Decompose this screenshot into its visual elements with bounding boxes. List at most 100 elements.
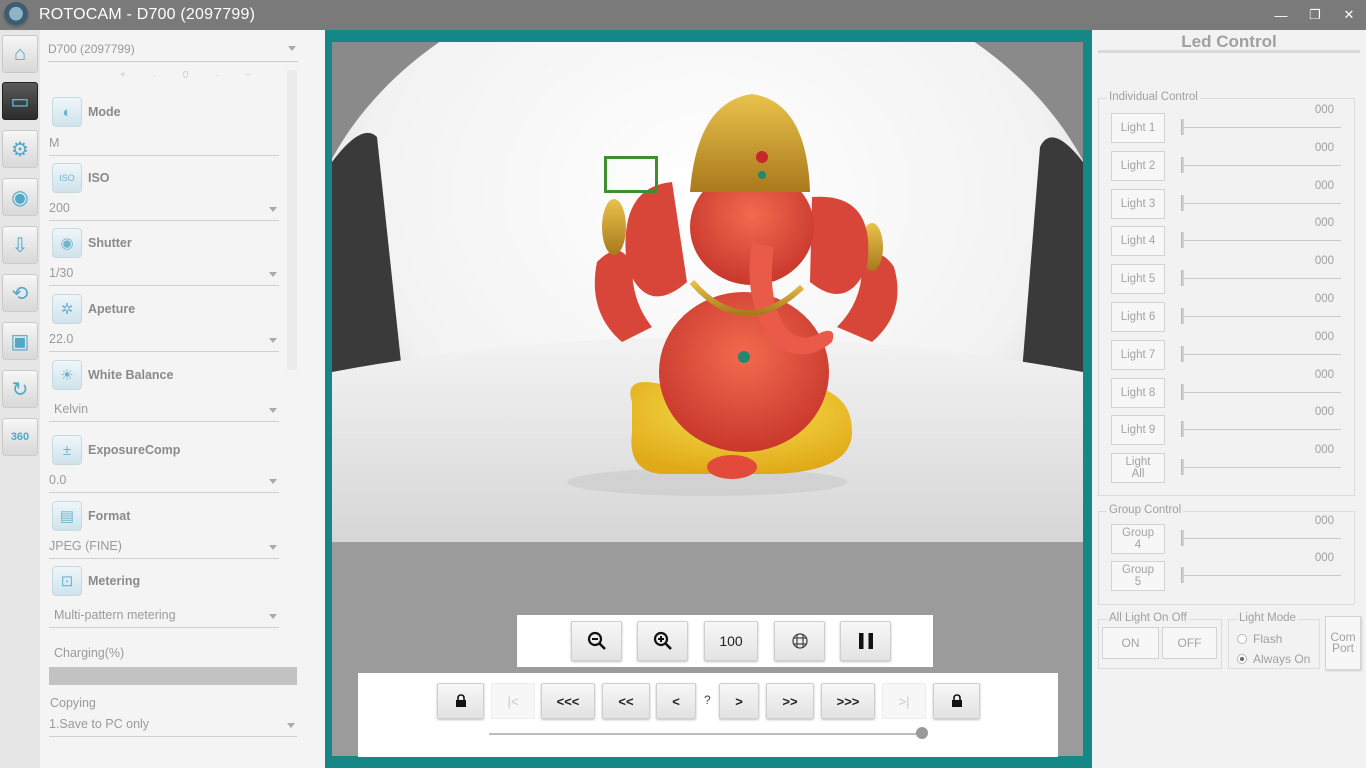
light-5-slider-thumb[interactable] — [1181, 270, 1184, 286]
chevron-down-icon — [269, 545, 277, 550]
device-select[interactable]: D700 (2097799) — [48, 40, 298, 62]
light-1-button[interactable]: Light 1 — [1111, 113, 1165, 143]
forward-3-button[interactable]: >>> — [821, 683, 875, 719]
live-view-image[interactable] — [332, 42, 1083, 542]
light-8-slider-thumb[interactable] — [1181, 384, 1184, 400]
device-value: D700 (2097799) — [48, 42, 135, 56]
light-6-slider[interactable] — [1183, 316, 1341, 317]
exposure-dial: + · 0 · − — [120, 70, 264, 81]
all-off-button[interactable]: OFF — [1162, 627, 1217, 659]
group-5-slider-thumb[interactable] — [1181, 567, 1184, 583]
focus-box[interactable] — [604, 156, 658, 193]
360-plus-button[interactable]: 360 — [2, 418, 38, 456]
all-on-button[interactable]: ON — [1102, 627, 1159, 659]
led-control-title: Led Control — [1181, 32, 1277, 51]
always-on-radio[interactable]: Always On — [1237, 652, 1310, 666]
back-3-button[interactable]: <<< — [541, 683, 595, 719]
lock-icon — [951, 694, 962, 707]
light-4-slider-thumb[interactable] — [1181, 232, 1184, 248]
back-2-button[interactable]: << — [602, 683, 650, 719]
download-button[interactable]: ⇩ — [2, 226, 38, 264]
group-4-value: 000 — [1314, 515, 1334, 527]
light-1-slider-thumb[interactable] — [1181, 119, 1184, 135]
metering-icon: ⊡ — [52, 566, 82, 596]
iso-select[interactable]: 200 — [49, 197, 279, 221]
metering-select[interactable]: Multi-pattern metering — [49, 604, 279, 628]
light-3-button[interactable]: Light 3 — [1111, 189, 1165, 219]
light-3-value: 000 — [1314, 180, 1334, 192]
refresh-icon: ↻ — [11, 378, 29, 401]
light-7-slider[interactable] — [1183, 354, 1341, 355]
light-2-button[interactable]: Light 2 — [1111, 151, 1165, 181]
light-1-slider[interactable] — [1183, 127, 1341, 128]
zoom-in-icon — [653, 631, 672, 650]
group-4-slider[interactable] — [1183, 538, 1341, 539]
forward-2-button[interactable]: >> — [766, 683, 814, 719]
zoom-out-button[interactable] — [571, 621, 622, 661]
light-5-slider[interactable] — [1183, 278, 1341, 279]
copying-select[interactable]: 1.Save to PC only — [49, 713, 297, 737]
zoom-reset-button[interactable]: 100 — [704, 621, 758, 661]
format-select[interactable]: JPEG (FINE) — [49, 535, 279, 559]
light-6-button[interactable]: Light 6 — [1111, 302, 1165, 332]
group-5-slider[interactable] — [1183, 575, 1341, 576]
home-icon: ⌂ — [13, 42, 27, 65]
light-9-slider-thumb[interactable] — [1181, 421, 1184, 437]
exposure-comp-label: ± ExposureComp — [52, 435, 180, 465]
white-balance-select[interactable]: Kelvin — [49, 398, 279, 422]
forward-1-button[interactable]: > — [719, 683, 759, 719]
lock-left-button[interactable] — [437, 683, 484, 719]
nav-rail: ⌂ ▭ ⚙ ◉ ⇩ ⟲ ▣ ↻ 360 — [0, 30, 40, 768]
light-6-slider-thumb[interactable] — [1181, 308, 1184, 324]
light-3-slider-thumb[interactable] — [1181, 195, 1184, 211]
light-2-slider-thumb[interactable] — [1181, 157, 1184, 173]
mode-select[interactable]: M — [49, 132, 279, 156]
refresh-button[interactable]: ↻ — [2, 370, 38, 408]
light-3-slider[interactable] — [1183, 203, 1341, 204]
rotate-360-button[interactable]: ⟲ — [2, 274, 38, 312]
light-4-button[interactable]: Light 4 — [1111, 226, 1165, 256]
light-10-slider[interactable] — [1183, 467, 1341, 468]
group-4-slider-thumb[interactable] — [1181, 530, 1184, 546]
settings-scrollbar[interactable] — [287, 70, 297, 370]
flash-radio[interactable]: Flash — [1237, 632, 1282, 646]
group-5-button[interactable]: Group 5 — [1111, 561, 1165, 591]
frame-slider-track[interactable] — [489, 733, 922, 735]
light-7-button[interactable]: Light 7 — [1111, 340, 1165, 370]
last-frame-button[interactable]: >| — [882, 683, 926, 719]
first-frame-button[interactable]: |< — [491, 683, 535, 719]
restore-button[interactable]: ❐ — [1298, 0, 1332, 30]
light-9-button[interactable]: Light 9 — [1111, 415, 1165, 445]
live-view-button[interactable]: ▭ — [2, 82, 38, 120]
light-8-button[interactable]: Light 8 — [1111, 378, 1165, 408]
shutter-select[interactable]: 1/30 — [49, 262, 279, 286]
back-1-button[interactable]: < — [656, 683, 696, 719]
light-8-slider[interactable] — [1183, 392, 1341, 393]
light-4-value: 000 — [1314, 217, 1334, 229]
capture-button[interactable]: ◉ — [2, 178, 38, 216]
minimize-button[interactable]: — — [1264, 0, 1298, 30]
grid-button[interactable] — [774, 621, 825, 661]
frame-slider-thumb[interactable] — [916, 727, 928, 739]
exposure-comp-select[interactable]: 0.0 — [49, 469, 279, 493]
light-7-slider-thumb[interactable] — [1181, 346, 1184, 362]
light-5-button[interactable]: Light 5 — [1111, 264, 1165, 294]
light-9-slider[interactable] — [1183, 429, 1341, 430]
zoom-in-button[interactable] — [637, 621, 688, 661]
com-port-button[interactable]: Com Port — [1325, 616, 1361, 670]
light-4-slider[interactable] — [1183, 240, 1341, 241]
light-10-slider-thumb[interactable] — [1181, 459, 1184, 475]
home-button[interactable]: ⌂ — [2, 35, 38, 73]
lock-right-button[interactable] — [933, 683, 980, 719]
camera-settings-panel: D700 (2097799) + · 0 · − ◐ Mode M ISO IS… — [40, 30, 325, 768]
light-10-button[interactable]: Light All — [1111, 453, 1165, 483]
group-4-button[interactable]: Group 4 — [1111, 524, 1165, 554]
aperture-select[interactable]: 22.0 — [49, 328, 279, 352]
window-title: ROTOCAM - D700 (2097799) — [39, 6, 256, 23]
light-2-slider[interactable] — [1183, 165, 1341, 166]
ganesha-photo — [332, 42, 1083, 542]
camera-settings-button[interactable]: ⚙ — [2, 130, 38, 168]
close-button[interactable]: ✕ — [1332, 0, 1366, 30]
pause-button[interactable] — [840, 621, 891, 661]
cube-button[interactable]: ▣ — [2, 322, 38, 360]
